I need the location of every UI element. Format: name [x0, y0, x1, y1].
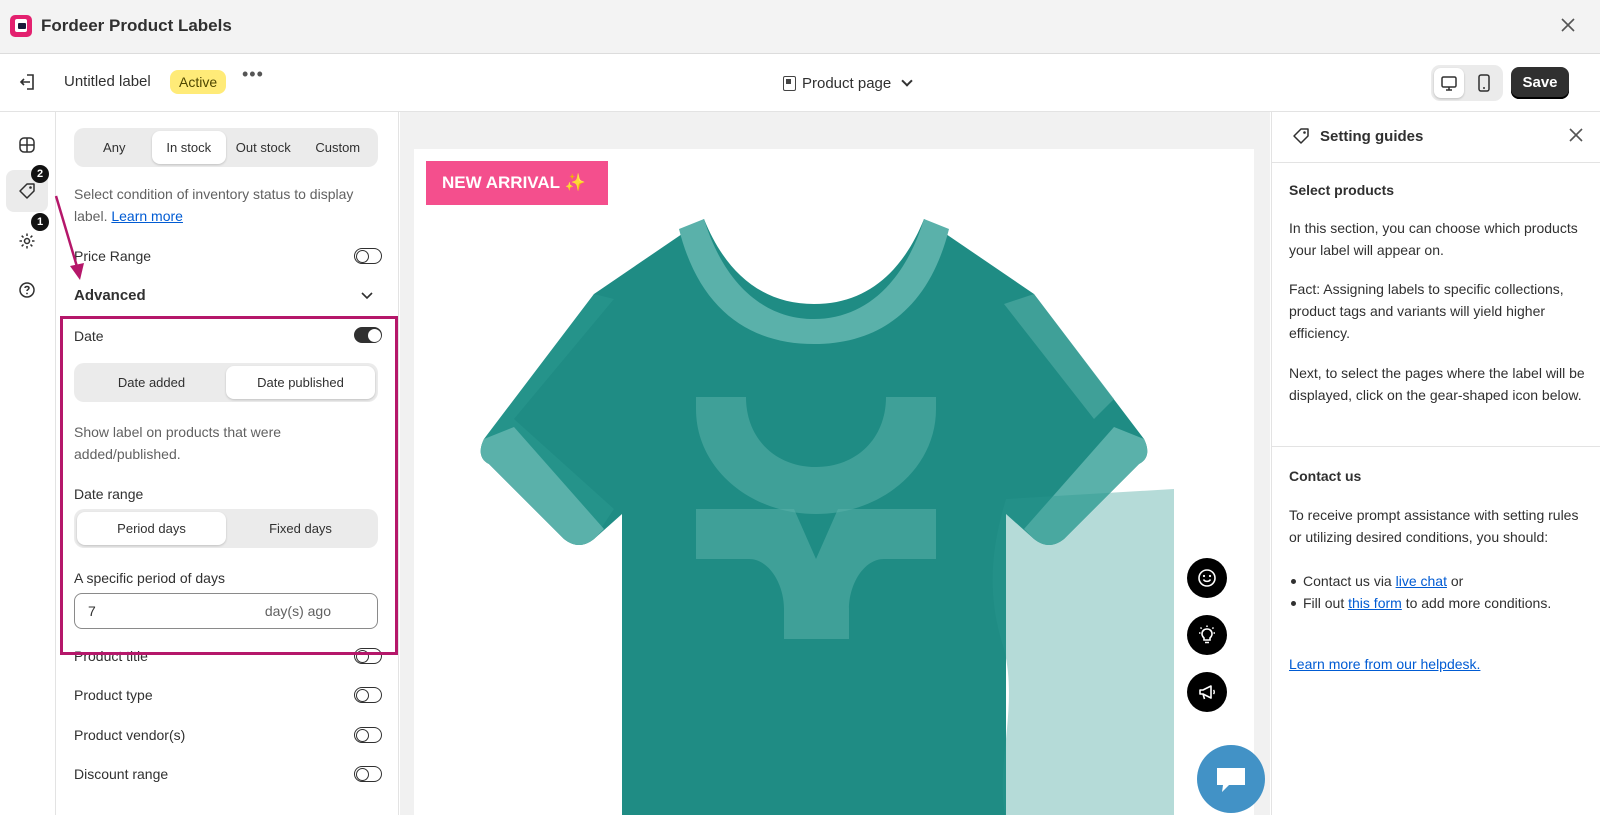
desktop-view-button[interactable]	[1434, 68, 1464, 98]
discount-range-label: Discount range	[74, 766, 169, 782]
discount-range-toggle[interactable]	[354, 766, 382, 782]
inventory-status-tabs: Any In stock Out stock Custom	[74, 128, 378, 167]
date-toggle[interactable]	[354, 327, 382, 343]
close-window-icon[interactable]	[1556, 14, 1580, 38]
guides-divider	[1272, 446, 1600, 447]
inventory-help-text: Select condition of inventory status to …	[74, 186, 354, 224]
more-actions-icon[interactable]: •••	[242, 64, 264, 85]
list-item: Contact us via live chat or	[1289, 570, 1589, 592]
status-badge: Active	[170, 70, 227, 94]
tag-icon	[1292, 127, 1310, 148]
price-range-toggle[interactable]	[354, 248, 382, 264]
product-image	[480, 219, 1174, 815]
editor-toolbar: Untitled label Active ••• Product page S…	[0, 54, 1600, 112]
setting-guides-panel: Setting guides Select products In this s…	[1271, 112, 1600, 815]
annotation-arrow	[54, 195, 84, 280]
period-days-value: 7	[88, 603, 96, 619]
product-title-toggle[interactable]	[354, 648, 382, 664]
contact-us-heading: Contact us	[1289, 468, 1362, 484]
period-days-input[interactable]: 7 day(s) ago	[74, 593, 378, 629]
megaphone-icon[interactable]	[1187, 672, 1227, 712]
help-icon[interactable]	[6, 269, 48, 311]
mobile-view-button[interactable]	[1469, 68, 1499, 98]
close-guides-icon[interactable]	[1569, 125, 1583, 148]
save-button[interactable]: Save	[1511, 67, 1569, 99]
live-chat-link[interactable]: live chat	[1396, 573, 1447, 589]
tab-period-days[interactable]: Period days	[77, 512, 226, 545]
product-vendor-toggle[interactable]	[354, 727, 382, 743]
contact-options-list: Contact us via live chat or Fill out thi…	[1289, 570, 1589, 614]
date-range-tabs: Period days Fixed days	[74, 509, 378, 548]
date-help-text: Show label on products that were added/p…	[74, 424, 282, 462]
page-selector-label: Product page	[802, 74, 892, 92]
settings-count-badge: 1	[31, 213, 49, 231]
device-toggle	[1431, 65, 1503, 101]
guides-paragraph-2: Fact: Assigning labels to specific colle…	[1289, 281, 1564, 341]
learn-more-link[interactable]: Learn more	[111, 208, 183, 224]
tab-custom[interactable]: Custom	[301, 131, 376, 164]
chevron-down-icon[interactable]	[360, 288, 374, 304]
layout-icon[interactable]	[6, 124, 48, 166]
period-days-label: A specific period of days	[74, 570, 225, 586]
tab-in-stock[interactable]: In stock	[151, 131, 226, 164]
guides-paragraph-3: Next, to select the pages where the labe…	[1289, 365, 1585, 403]
product-type-label: Product type	[74, 687, 153, 703]
date-range-label: Date range	[74, 486, 144, 502]
smiley-icon[interactable]	[1187, 558, 1227, 598]
product-canvas: NEW ARRIVAL ✨	[414, 149, 1254, 815]
tab-date-added[interactable]: Date added	[77, 366, 226, 399]
app-title: Fordeer Product Labels	[41, 16, 232, 35]
exit-icon[interactable]	[18, 71, 40, 93]
chat-icon[interactable]	[1197, 745, 1265, 813]
page-selector[interactable]: Product page	[783, 70, 913, 96]
page-icon	[783, 75, 796, 91]
this-form-link[interactable]: this form	[1348, 595, 1402, 611]
nav-rail: 2 1	[0, 112, 56, 815]
tab-fixed-days[interactable]: Fixed days	[226, 512, 375, 545]
helpdesk-link[interactable]: Learn more from our helpdesk.	[1289, 656, 1480, 672]
tab-any[interactable]: Any	[77, 131, 152, 164]
guides-title: Setting guides	[1320, 128, 1424, 145]
product-title-label: Product title	[74, 648, 148, 664]
lightbulb-icon[interactable]	[1187, 615, 1227, 655]
advanced-section-title[interactable]: Advanced	[74, 287, 146, 304]
tab-date-published[interactable]: Date published	[226, 366, 375, 399]
label-preview-area: NEW ARRIVAL ✨	[400, 112, 1270, 815]
tab-out-stock[interactable]: Out stock	[226, 131, 301, 164]
guides-header: Setting guides	[1272, 112, 1600, 163]
contact-intro: To receive prompt assistance with settin…	[1289, 507, 1579, 545]
helpdesk-paragraph: Learn more from our helpdesk.	[1289, 653, 1589, 675]
settings-panel: Any In stock Out stock Custom Select con…	[57, 112, 399, 815]
date-label: Date	[74, 328, 104, 344]
select-products-heading: Select products	[1289, 182, 1395, 198]
label-name[interactable]: Untitled label	[64, 73, 151, 90]
app-logo	[10, 15, 32, 37]
window-titlebar: Fordeer Product Labels	[0, 0, 1600, 54]
date-type-tabs: Date added Date published	[74, 363, 378, 402]
tag-count-badge: 2	[31, 165, 49, 183]
guides-paragraph-1: In this section, you can choose which pr…	[1289, 220, 1578, 258]
period-days-suffix: day(s) ago	[264, 603, 331, 619]
list-item: Fill out this form to add more condition…	[1289, 592, 1589, 614]
chevron-down-icon	[901, 75, 913, 87]
product-vendor-label: Product vendor(s)	[74, 727, 186, 743]
product-type-toggle[interactable]	[354, 687, 382, 703]
new-arrival-label[interactable]: NEW ARRIVAL ✨	[426, 161, 608, 205]
